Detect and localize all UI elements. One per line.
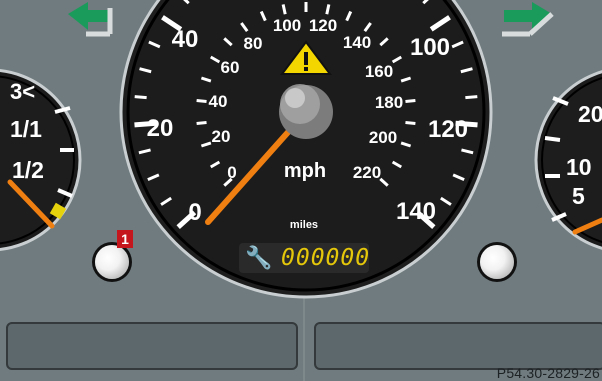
odometer-label: miles bbox=[290, 219, 318, 231]
turn-signal-left-icon bbox=[68, 2, 113, 37]
mph-label-100: 100 bbox=[410, 34, 450, 61]
kmh-label-220: 220 bbox=[353, 163, 381, 182]
tach-label-20: 20 bbox=[578, 101, 602, 127]
fuel-label-half: 1/2 bbox=[12, 157, 44, 183]
kmh-label-180: 180 bbox=[375, 93, 403, 112]
fuel-gauge: 3< 1/1 1/2 bbox=[0, 69, 82, 251]
kmh-label-100: 100 bbox=[273, 16, 301, 35]
instrument-cluster: 3< 1/1 1/2 20 10 5 0 20 40 100 120 140 0… bbox=[0, 0, 602, 381]
right-display-panel bbox=[314, 322, 602, 370]
kmh-label-140: 140 bbox=[343, 33, 371, 52]
kmh-tick bbox=[281, 4, 287, 15]
tach-label-10: 10 bbox=[566, 154, 592, 180]
kmh-tick bbox=[405, 120, 416, 125]
fuel-label-partial: 3< bbox=[10, 79, 35, 104]
kmh-tick bbox=[325, 4, 331, 15]
wrench-icon: 🔧 bbox=[245, 245, 273, 270]
speed-tick bbox=[465, 95, 478, 100]
kmh-label-80: 80 bbox=[244, 34, 263, 53]
reference-code: P54.30-2829-26 bbox=[496, 365, 600, 381]
odometer-display: 🔧 000000 bbox=[239, 243, 369, 273]
kmh-label-0: 0 bbox=[227, 163, 236, 182]
fuel-label-full: 1/1 bbox=[10, 116, 42, 142]
mph-label-40: 40 bbox=[172, 26, 199, 53]
mph-label-120: 120 bbox=[428, 116, 468, 143]
odometer-value: 000000 bbox=[281, 245, 371, 271]
kmh-label-160: 160 bbox=[365, 62, 393, 81]
callout-badge: 1 bbox=[117, 230, 133, 248]
tachometer-gauge: 20 10 5 bbox=[534, 70, 602, 250]
kmh-tick bbox=[196, 99, 207, 104]
kmh-label-120: 120 bbox=[309, 16, 337, 35]
left-display-panel bbox=[6, 322, 298, 370]
mph-label-20: 20 bbox=[147, 115, 174, 142]
kmh-label-200: 200 bbox=[369, 128, 397, 147]
tach-label-5: 5 bbox=[572, 183, 585, 209]
mph-label-0: 0 bbox=[188, 199, 201, 226]
reset-knob-left[interactable] bbox=[95, 245, 129, 279]
unit-label: mph bbox=[284, 160, 326, 182]
turn-signal-right-icon bbox=[502, 2, 554, 37]
speed-tick bbox=[134, 95, 147, 100]
kmh-label-60: 60 bbox=[221, 58, 240, 77]
kmh-label-20: 20 bbox=[212, 127, 231, 146]
kmh-label-40: 40 bbox=[209, 92, 228, 111]
mph-label-140: 140 bbox=[396, 198, 436, 225]
kmh-tick bbox=[405, 99, 416, 104]
reset-knob-right[interactable] bbox=[480, 245, 514, 279]
kmh-tick bbox=[196, 120, 207, 125]
